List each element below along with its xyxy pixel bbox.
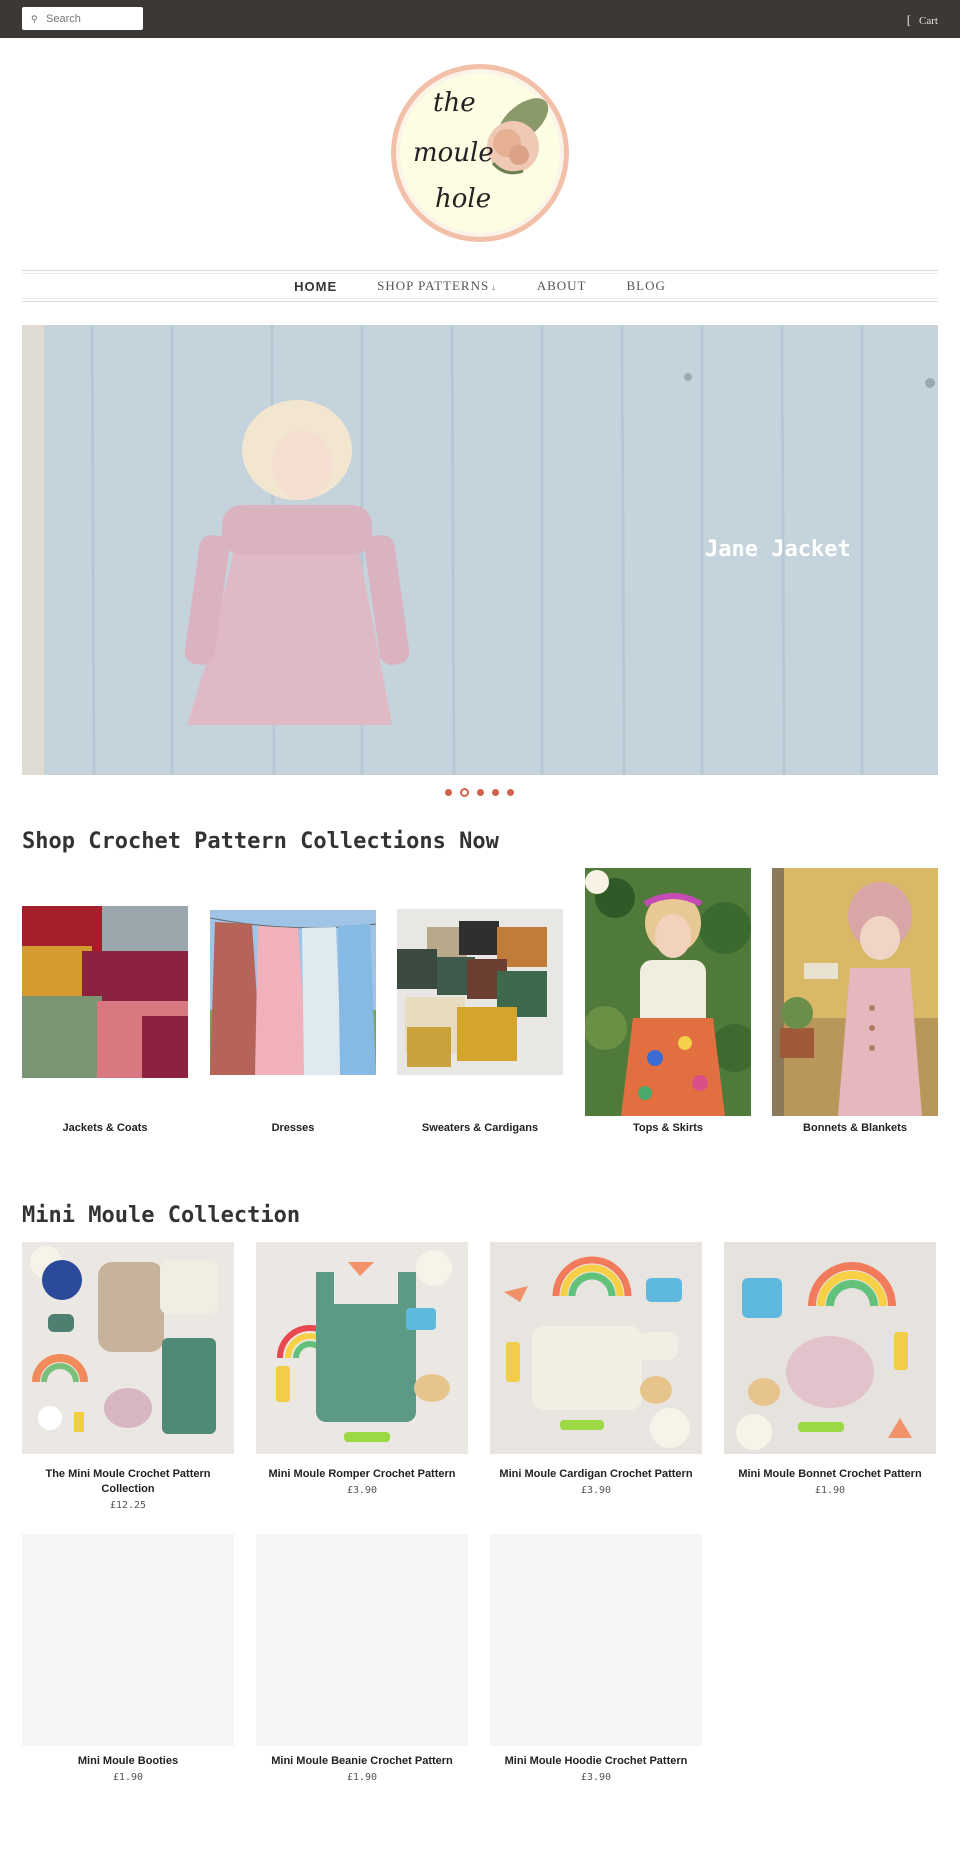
collection-dresses[interactable]	[210, 910, 376, 1075]
collection-image	[22, 906, 188, 1078]
product-card[interactable]: Mini Moule Beanie Crochet Pattern £1.90	[256, 1534, 468, 1783]
slide-dot[interactable]	[507, 788, 514, 796]
product-image	[724, 1242, 936, 1454]
product-image	[22, 1242, 234, 1454]
search-icon: ⚲	[31, 15, 38, 25]
logo-text-moule: moule	[413, 138, 494, 168]
product-card[interactable]: Mini Moule Hoodie Crochet Pattern £3.90	[490, 1534, 702, 1783]
main-nav: HOME SHOP PATTERNS ↓ ABOUT BLOG	[22, 270, 938, 302]
collection-label[interactable]: Tops & Skirts	[585, 1122, 751, 1134]
product-name[interactable]: Mini Moule Bonnet Crochet Pattern	[724, 1467, 936, 1482]
slide-dot[interactable]	[477, 788, 484, 796]
slideshow-dots	[445, 787, 522, 797]
logo-text-the: the	[433, 88, 476, 118]
slide-dot[interactable]	[445, 788, 452, 796]
product-name[interactable]: Mini Moule Hoodie Crochet Pattern	[490, 1754, 702, 1769]
product-card[interactable]: Mini Moule Booties £1.90	[22, 1534, 234, 1783]
product-price: £3.90	[580, 1485, 612, 1496]
product-price: £1.90	[112, 1772, 144, 1783]
cart-icon: [	[906, 12, 912, 27]
product-price: £3.90	[346, 1485, 378, 1496]
collection-tops-skirts[interactable]	[585, 868, 751, 1116]
nav-item-home[interactable]: HOME	[294, 279, 337, 294]
logo-text-hole: hole	[435, 184, 491, 214]
search-box[interactable]: ⚲	[22, 7, 143, 30]
product-price: £1.90	[346, 1772, 378, 1783]
collection-label[interactable]: Dresses	[210, 1122, 376, 1134]
product-price: £12.25	[109, 1500, 147, 1511]
product-card[interactable]: The Mini Moule Crochet Pattern Collectio…	[22, 1242, 234, 1511]
nav-item-blog[interactable]: BLOG	[627, 278, 666, 294]
product-price: £1.90	[814, 1485, 846, 1496]
collection-image	[772, 868, 938, 1116]
collection-image	[210, 910, 376, 1075]
mini-moule-heading: Mini Moule Collection	[22, 1203, 301, 1228]
collection-label[interactable]: Jackets & Coats	[22, 1122, 188, 1134]
product-card[interactable]: Mini Moule Bonnet Crochet Pattern £1.90	[724, 1242, 936, 1496]
nav-item-about[interactable]: ABOUT	[537, 278, 587, 294]
collection-bonnets-blankets[interactable]	[772, 868, 938, 1116]
product-name[interactable]: Mini Moule Romper Crochet Pattern	[256, 1467, 468, 1482]
collection-jackets-coats[interactable]	[22, 906, 188, 1078]
collections-heading: Shop Crochet Pattern Collections Now	[22, 829, 499, 854]
slide-dot[interactable]	[492, 788, 499, 796]
cart-link[interactable]: [ Cart	[907, 12, 938, 28]
product-price: £3.90	[580, 1772, 612, 1783]
search-input[interactable]	[46, 9, 138, 28]
collection-label[interactable]: Bonnets & Blankets	[772, 1122, 938, 1134]
collection-image	[397, 909, 563, 1075]
collection-label[interactable]: Sweaters & Cardigans	[397, 1122, 563, 1134]
nav-item-shop-patterns[interactable]: SHOP PATTERNS ↓	[377, 278, 497, 294]
top-bar: ⚲ [ Cart	[0, 0, 960, 38]
product-name[interactable]: Mini Moule Cardigan Crochet Pattern	[490, 1467, 702, 1482]
chevron-down-icon: ↓	[491, 282, 497, 292]
hero-caption: Jane Jacket	[705, 537, 851, 562]
slide-dot-active[interactable]	[460, 787, 469, 797]
cart-label: Cart	[919, 15, 938, 27]
product-name[interactable]: Mini Moule Beanie Crochet Pattern	[256, 1754, 468, 1769]
product-image-placeholder	[490, 1534, 702, 1746]
product-image	[490, 1242, 702, 1454]
product-name[interactable]: Mini Moule Booties	[22, 1754, 234, 1769]
site-logo[interactable]: the moule hole	[385, 63, 575, 243]
product-image-placeholder	[22, 1534, 234, 1746]
product-card[interactable]: Mini Moule Romper Crochet Pattern £3.90	[256, 1242, 468, 1496]
collection-sweaters-cardigans[interactable]	[397, 909, 563, 1075]
collection-image	[585, 868, 751, 1116]
product-image	[256, 1242, 468, 1454]
product-card[interactable]: Mini Moule Cardigan Crochet Pattern £3.9…	[490, 1242, 702, 1496]
product-image-placeholder	[256, 1534, 468, 1746]
product-name[interactable]: The Mini Moule Crochet Pattern Collectio…	[22, 1467, 234, 1497]
